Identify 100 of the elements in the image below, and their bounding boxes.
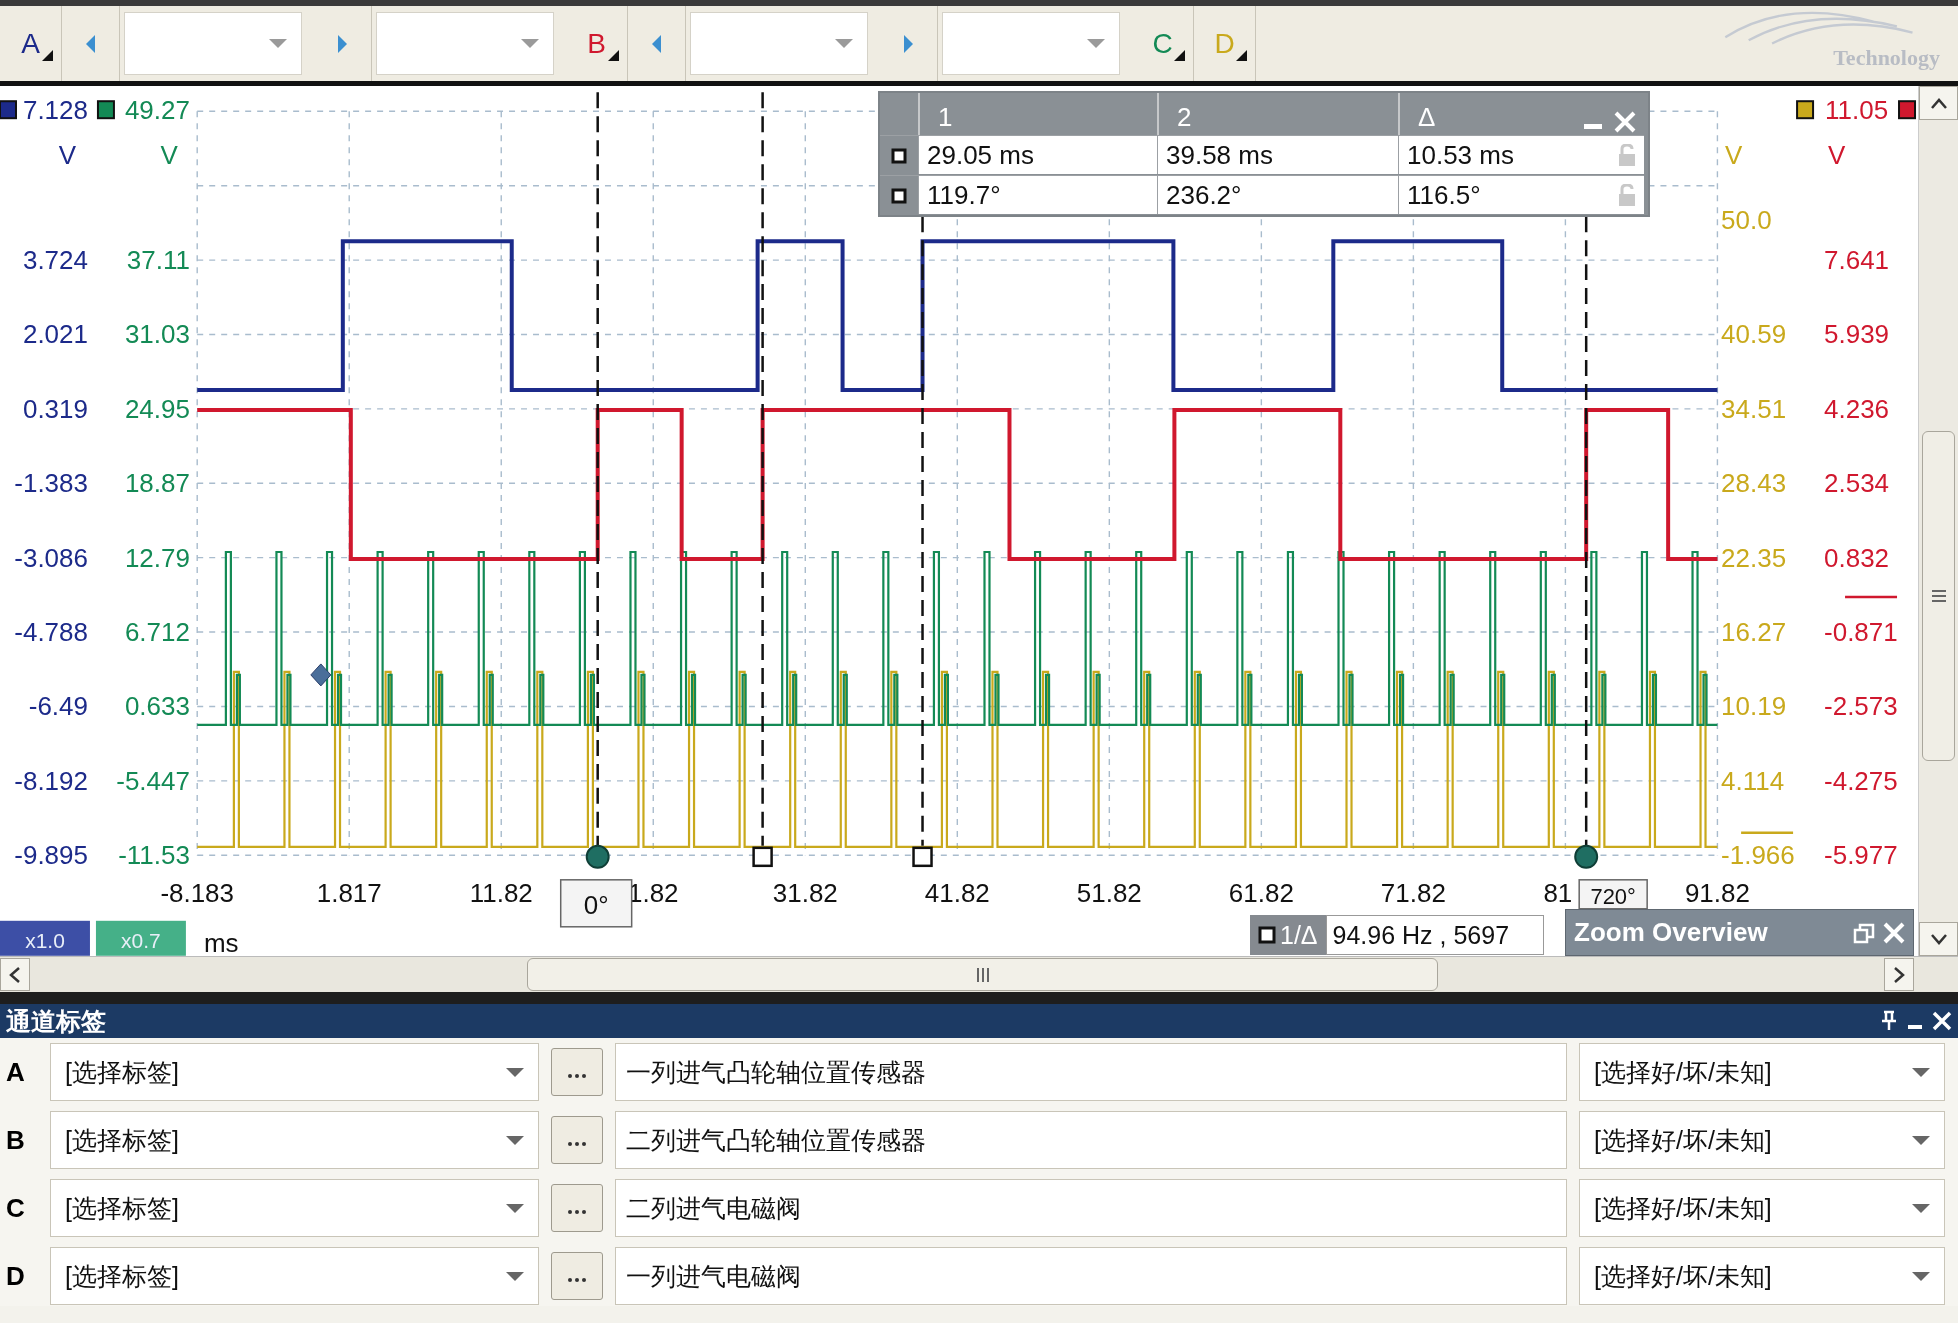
scale-badge: x1.0 — [0, 920, 90, 956]
table-cell: 29.05 ms — [927, 139, 1034, 171]
axis-label: 7.641 — [1824, 245, 1890, 276]
description-field[interactable]: 二列进气凸轮轴位置传感器 — [615, 1111, 1567, 1169]
dropdown-field[interactable] — [942, 12, 1120, 75]
scrollbar-thumb[interactable] — [1922, 431, 1955, 761]
more-button[interactable] — [551, 1116, 603, 1164]
axis-label: 24.95 — [124, 393, 190, 424]
table-cell: 119.7° — [927, 179, 1001, 211]
pin-icon[interactable] — [1880, 1010, 1898, 1032]
more-button[interactable] — [551, 1048, 603, 1096]
axis-label: 28.43 — [1721, 468, 1787, 499]
padlock-icon[interactable] — [1618, 144, 1636, 166]
axis-label: -1.383 — [14, 468, 88, 499]
table-cell: 236.2° — [1166, 179, 1242, 211]
dropdown-caret-icon — [1912, 1135, 1930, 1145]
dropdown-field[interactable] — [376, 12, 554, 75]
scroll-left-button[interactable] — [0, 958, 30, 991]
panel-title: Zoom Overview — [1574, 917, 1768, 948]
axis-label: -1.966 — [1721, 840, 1795, 871]
axis-label: 6.712 — [124, 617, 190, 648]
axis-label: -5.977 — [1824, 840, 1898, 871]
axis-label: 2.021 — [22, 319, 88, 350]
axis-label: -6.49 — [28, 691, 88, 722]
axis-label: 71.82 — [1380, 877, 1446, 908]
column-header: 2 — [1177, 102, 1192, 133]
axis-label: 3.724 — [22, 245, 88, 276]
cursor-line[interactable] — [585, 92, 610, 869]
restore-icon[interactable] — [1853, 921, 1875, 944]
tag-dropdown[interactable]: [选择标签] — [50, 1247, 539, 1305]
more-button[interactable] — [551, 1184, 603, 1232]
scroll-up-button[interactable] — [1919, 86, 1958, 120]
channel-letter: D — [5, 1260, 26, 1292]
tag-dropdown[interactable]: [选择标签] — [50, 1111, 539, 1169]
ruler-marker-icon — [1258, 926, 1276, 944]
padlock-icon[interactable] — [1618, 184, 1636, 206]
cursor-line[interactable] — [912, 216, 933, 868]
trigger-level-mark — [1845, 595, 1898, 599]
dropdown-caret-icon — [506, 1067, 524, 1077]
scrollbar-thumb[interactable] — [527, 958, 1438, 991]
description-field[interactable]: 一列进气凸轮轴位置传感器 — [615, 1043, 1567, 1101]
status-dropdown[interactable]: [选择好/坏/未知] — [1579, 1111, 1945, 1169]
status-dropdown[interactable]: [选择好/坏/未知] — [1579, 1247, 1945, 1305]
axis-label: 11.82 — [469, 877, 533, 908]
scale-badge: x0.7 — [95, 920, 186, 956]
phase-label: 0° — [559, 879, 633, 928]
axis-label: 41.82 — [924, 877, 990, 908]
dropdown-field[interactable] — [124, 12, 302, 75]
axis-unit-label: V — [1725, 140, 1743, 171]
axis-label: 40.59 — [1721, 319, 1787, 350]
axis-unit-label: V — [58, 140, 76, 171]
grip-icon — [975, 967, 990, 982]
more-button[interactable] — [551, 1252, 603, 1300]
axis-label: -11.53 — [118, 840, 190, 871]
axis-label: 31.03 — [124, 319, 190, 350]
chevron-right-icon — [1892, 965, 1906, 984]
axis-unit-label: V — [160, 140, 178, 171]
axis-label: 0.832 — [1824, 542, 1890, 573]
cursor-line[interactable] — [1574, 216, 1599, 869]
axis-label: 1.817 — [316, 877, 382, 908]
chevron-left-icon — [8, 965, 22, 984]
axis-range-label: 49.27 — [124, 95, 190, 126]
axis-label: 81 — [1543, 877, 1573, 908]
axis-label: 22.35 — [1721, 542, 1787, 573]
grip-icon — [1931, 589, 1946, 603]
description-field[interactable]: 一列进气电磁阀 — [615, 1247, 1567, 1305]
ellipsis-icon — [567, 1140, 587, 1147]
axis-label: 31.82 — [772, 877, 838, 908]
axis-label: 12.79 — [124, 542, 190, 573]
axis-range-label: 7.128 — [22, 95, 88, 126]
ruler-marker-icon — [891, 187, 907, 204]
left-arrow-icon — [650, 34, 663, 53]
axis-label: 91.82 — [1684, 877, 1750, 908]
status-dropdown[interactable]: [选择好/坏/未知] — [1579, 1043, 1945, 1101]
cursor-line[interactable] — [752, 92, 773, 868]
axis-label: 0.319 — [22, 393, 88, 424]
chevron-down-icon — [1929, 932, 1948, 946]
tag-dropdown[interactable]: [选择标签] — [50, 1043, 539, 1101]
axis-label: -4.788 — [14, 617, 88, 648]
axis-unit-label: ms — [203, 927, 239, 956]
dropdown-field[interactable] — [690, 12, 868, 75]
axis-label: 18.87 — [124, 468, 190, 499]
panel-title: 通道标签 — [6, 1005, 106, 1037]
close-icon[interactable] — [1932, 1011, 1952, 1031]
axis-label: 4.114 — [1721, 765, 1785, 796]
channel-letter: C — [5, 1192, 26, 1224]
axis-label: 34.51 — [1721, 393, 1787, 424]
axis-label: 50.0 — [1721, 205, 1772, 236]
tag-dropdown[interactable]: [选择标签] — [50, 1179, 539, 1237]
dropdown-caret-icon — [269, 39, 287, 48]
axis-label: -4.275 — [1824, 765, 1898, 796]
scroll-right-button[interactable] — [1884, 958, 1914, 991]
scroll-down-button[interactable] — [1919, 922, 1958, 956]
frequency-readout: 94.96 Hz , 5697 — [1325, 915, 1544, 955]
ellipsis-icon — [567, 1072, 587, 1079]
axis-label: -0.871 — [1824, 617, 1898, 648]
axis-range-label: 11.05 — [1825, 95, 1889, 126]
description-field[interactable]: 二列进气电磁阀 — [615, 1179, 1567, 1237]
status-dropdown[interactable]: [选择好/坏/未知] — [1579, 1179, 1945, 1237]
ellipsis-icon — [567, 1276, 587, 1283]
